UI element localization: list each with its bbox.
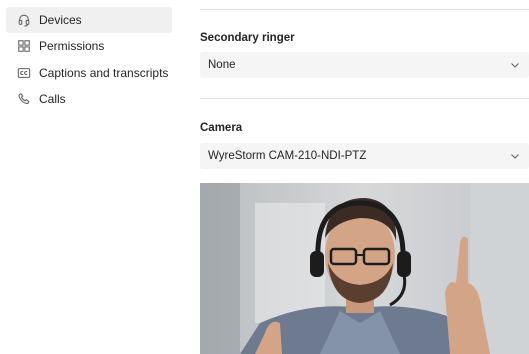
- camera-label: Camera: [200, 122, 243, 134]
- secondary-ringer-select[interactable]: None: [200, 52, 529, 78]
- chevron-down-icon: [511, 63, 519, 68]
- divider: [200, 98, 529, 99]
- sidebar-item-captions[interactable]: Captions and transcripts: [6, 60, 172, 86]
- sidebar-item-devices[interactable]: Devices: [6, 7, 172, 33]
- grid-icon: [17, 39, 31, 53]
- secondary-ringer-value: None: [208, 59, 236, 71]
- chevron-down-icon: [511, 154, 519, 159]
- devices-settings-panel: Secondary ringer None Camera WyreStorm C…: [200, 0, 529, 354]
- camera-value: WyreStorm CAM-210-NDI-PTZ: [208, 150, 367, 162]
- secondary-ringer-label: Secondary ringer: [200, 32, 295, 44]
- sidebar-item-label: Captions and transcripts: [39, 66, 169, 80]
- sidebar-item-label: Devices: [39, 13, 82, 27]
- cc-icon: [17, 66, 31, 80]
- sidebar-item-label: Calls: [39, 92, 66, 106]
- camera-preview: [200, 183, 529, 354]
- settings-sidebar: Devices Permissions Captions and transcr…: [0, 0, 185, 354]
- phone-icon: [17, 92, 31, 106]
- sidebar-item-calls[interactable]: Calls: [6, 86, 172, 112]
- sidebar-item-label: Permissions: [39, 39, 105, 53]
- sidebar-item-permissions[interactable]: Permissions: [6, 33, 172, 59]
- divider: [200, 9, 529, 10]
- headset-icon: [17, 13, 31, 27]
- camera-select[interactable]: WyreStorm CAM-210-NDI-PTZ: [200, 143, 529, 169]
